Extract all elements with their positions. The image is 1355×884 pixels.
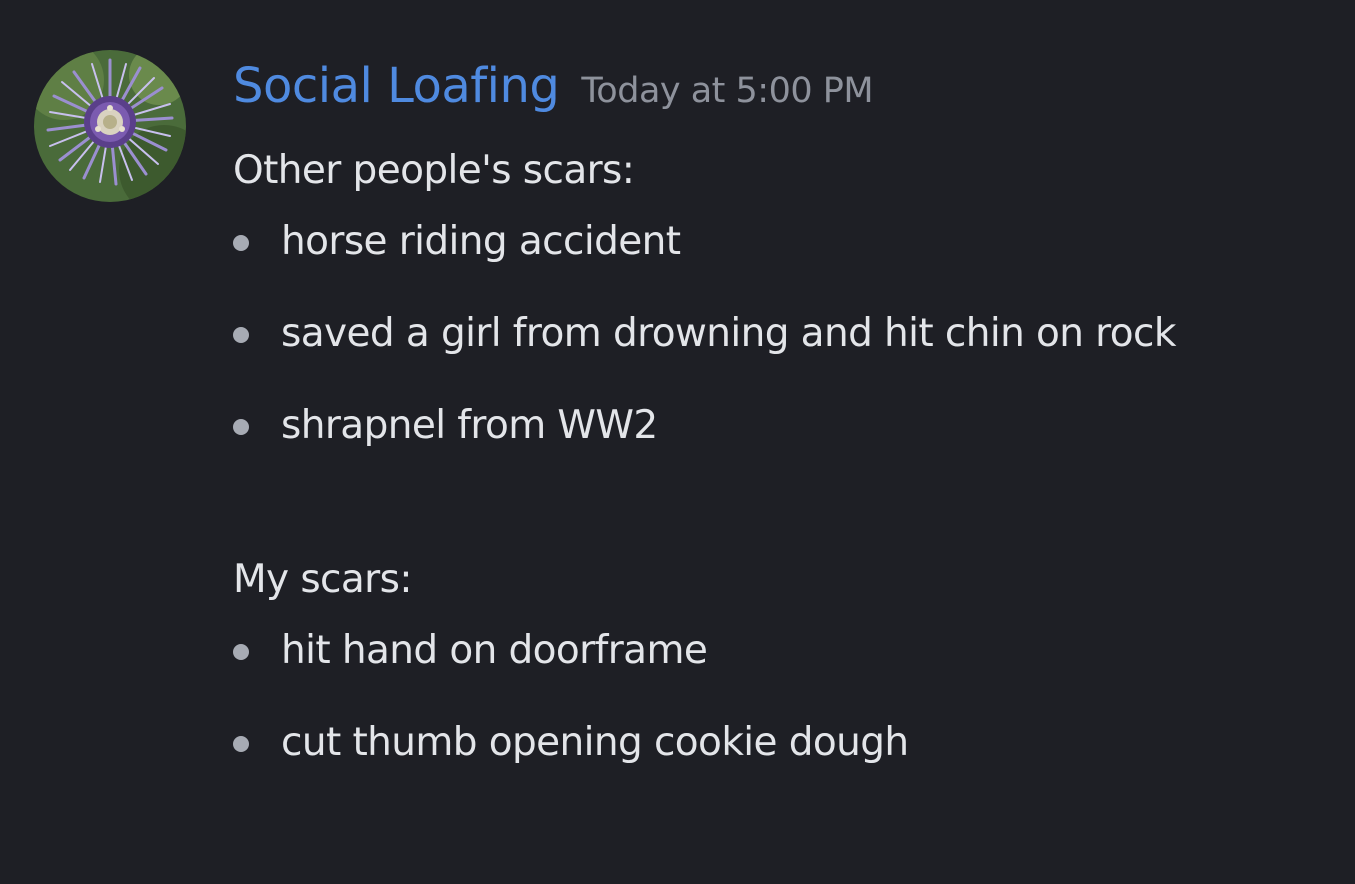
bullet-list-other-scars: horse riding accident saved a girl from … xyxy=(233,213,1343,489)
chat-message: Social Loafing Today at 5:00 PM Other peo… xyxy=(0,0,1355,884)
list-item-text: hit hand on doorframe xyxy=(281,628,708,673)
bullet-icon xyxy=(233,419,249,435)
bullet-list-my-scars: hit hand on doorframe cut thumb opening … xyxy=(233,622,1343,806)
list-item: hit hand on doorframe xyxy=(233,622,1343,714)
list-item-text: cut thumb opening cookie dough xyxy=(281,720,909,765)
list-item: shrapnel from WW2 xyxy=(233,397,1343,489)
passion-flower-avatar-icon xyxy=(34,50,186,202)
paragraph-other-scars: Other people's scars: xyxy=(233,148,635,193)
list-item: cut thumb opening cookie dough xyxy=(233,714,1343,806)
bullet-icon xyxy=(233,736,249,752)
message-content: Other people's scars: horse riding accid… xyxy=(233,142,1343,806)
timestamp: Today at 5:00 PM xyxy=(581,71,874,111)
list-item: saved a girl from drowning and hit chin … xyxy=(233,305,1343,397)
list-item-text: horse riding accident xyxy=(281,219,681,264)
list-item: horse riding accident xyxy=(233,213,1343,305)
bullet-icon xyxy=(233,644,249,660)
paragraph-my-scars: My scars: xyxy=(233,557,412,602)
user-avatar[interactable] xyxy=(34,50,186,202)
list-item-text: saved a girl from drowning and hit chin … xyxy=(281,311,1176,356)
username[interactable]: Social Loafing xyxy=(233,58,560,114)
list-item-text: shrapnel from WW2 xyxy=(281,403,658,448)
bullet-icon xyxy=(233,235,249,251)
message-header: Social Loafing Today at 5:00 PM xyxy=(233,62,874,111)
bullet-icon xyxy=(233,327,249,343)
